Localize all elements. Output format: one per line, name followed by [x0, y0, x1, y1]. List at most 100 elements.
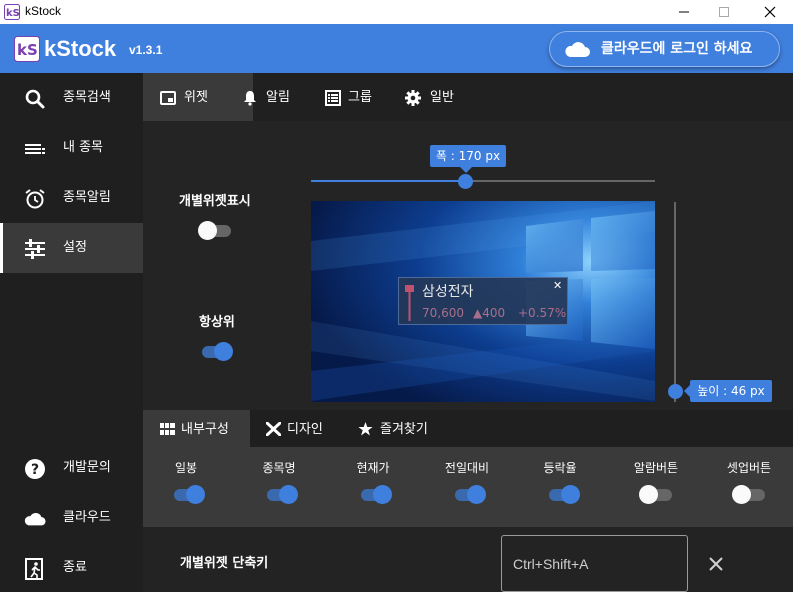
hotkey-input[interactable] [501, 535, 688, 592]
grid-icon [160, 423, 175, 435]
alarm-button-toggle[interactable] [639, 484, 673, 504]
cloud-icon [24, 512, 46, 526]
component-label-prev-day-diff: 전일대비 [444, 461, 490, 475]
sidebar-item-settings[interactable]: 설정 [0, 223, 143, 273]
component-label-alarm-button: 알람버튼 [633, 461, 679, 475]
toggle-knob [186, 485, 205, 504]
width-slider-fill [311, 180, 466, 182]
table-icon [325, 90, 341, 106]
app-header: kS kStock v1.3.1 클라우드에 로그인 하세요 [0, 24, 793, 73]
svg-text:?: ? [31, 462, 39, 478]
component-label-current-price: 현재가 [356, 461, 390, 475]
toggle-knob [279, 485, 298, 504]
widget-price: 70,600 [422, 306, 464, 320]
change-rate-toggle[interactable] [546, 484, 580, 504]
bell-icon [244, 91, 256, 106]
stock-widget-preview[interactable]: 삼성전자 ✕ 70,600 ▲400 +0.57% [398, 277, 568, 325]
tab-label: 알림 [266, 90, 290, 105]
sidebar-item-stock-alarm[interactable]: 종목알림 [0, 173, 143, 223]
close-window-button[interactable] [747, 0, 793, 24]
close-icon [764, 6, 776, 18]
hotkey-clear-icon[interactable] [707, 555, 725, 573]
sidebar-item-my-stocks[interactable]: 내 종목 [0, 123, 143, 173]
maximize-button[interactable] [701, 0, 747, 24]
widget-change-percent: +0.57% [518, 306, 567, 320]
setup-button-toggle[interactable] [732, 484, 766, 504]
component-label-change-rate: 등락율 [543, 461, 577, 475]
sidebar-item-label: 개발문의 [63, 460, 111, 475]
settings-panel: 위젯 알림 그룹 일반 폭: 170 px 개별위젯표시 항상위 삼성전자 ✕… [143, 73, 793, 592]
settings-tabs: 위젯 알림 그룹 일반 [143, 73, 793, 121]
tab-design[interactable]: 디자인 [250, 410, 340, 447]
component-label-stock-name: 종목명 [262, 461, 296, 475]
always-on-top-toggle[interactable] [199, 341, 233, 361]
tab-general[interactable]: 일반 [397, 73, 477, 121]
individual-widget-label: 개별위젯표시 [179, 194, 251, 209]
always-on-top-label: 항상위 [199, 315, 235, 330]
app-logo-icon: kS [4, 4, 20, 20]
sidebar-item-label: 설정 [63, 240, 87, 255]
stock-name-toggle[interactable] [264, 484, 298, 504]
cloud-login-label: 클라우드에 로그인 하세요 [601, 41, 753, 57]
app-name: kStock [44, 36, 117, 61]
widget-sub-tabs: 내부구성 디자인 즐겨찾기 [143, 410, 793, 447]
component-label-setup-button: 셋업버튼 [726, 461, 772, 475]
toggle-knob [561, 485, 580, 504]
sidebar-item-cloud[interactable]: 클라우드 [0, 493, 143, 543]
app-logo-text: kS [6, 8, 20, 19]
prev-day-diff-toggle[interactable] [452, 484, 486, 504]
tab-alarm[interactable]: 알림 [234, 73, 304, 121]
height-slider-thumb[interactable] [668, 384, 683, 399]
app-version: v1.3.1 [129, 43, 163, 57]
sub-tab-label: 즐겨찾기 [380, 422, 428, 437]
tab-label: 그룹 [348, 90, 372, 105]
sidebar-item-label: 종목검색 [63, 90, 111, 105]
hotkey-label: 개별위젯 단축키 [180, 556, 269, 571]
sidebar-item-label: 종목알림 [63, 190, 111, 205]
widget-change: ▲400 [473, 306, 506, 320]
toggle-knob [214, 342, 233, 361]
height-slider-track[interactable] [674, 202, 676, 402]
sidebar-item-dev-inquiry[interactable]: ? 개발문의 [0, 443, 143, 493]
tab-group[interactable]: 그룹 [316, 73, 386, 121]
sidebar-item-search[interactable]: 종목검색 [0, 73, 143, 123]
search-icon [25, 89, 45, 109]
sidebar-item-label: 내 종목 [63, 140, 104, 155]
title-bar: kS kStock [0, 0, 793, 24]
hotkey-panel: 개별위젯 단축키 [143, 527, 793, 592]
alarm-clock-icon [25, 189, 45, 209]
tab-label: 위젯 [184, 90, 208, 105]
toggle-knob [373, 485, 392, 504]
flag-icon [405, 285, 414, 321]
maximize-icon [719, 7, 729, 17]
cloud-login-button[interactable]: 클라우드에 로그인 하세요 [549, 31, 780, 67]
minimize-icon [679, 11, 689, 13]
toggle-knob [198, 221, 217, 240]
tab-favorites[interactable]: 즐겨찾기 [340, 410, 450, 447]
tab-internal-composition[interactable]: 내부구성 [143, 410, 250, 447]
widget-close-button[interactable]: ✕ [553, 280, 562, 292]
toggle-knob [467, 485, 486, 504]
window-title: kStock [25, 4, 62, 18]
daily-candle-toggle[interactable] [171, 484, 205, 504]
star-icon [358, 422, 373, 436]
toggle-knob [639, 485, 658, 504]
current-price-toggle[interactable] [358, 484, 392, 504]
gear-icon [405, 90, 421, 106]
toggle-knob [732, 485, 751, 504]
sub-tab-label: 내부구성 [181, 422, 229, 437]
app-window: kS kStock kS kStock v1.3.1 클라우드에 로그인 하세요 [0, 0, 793, 592]
sidebar-item-label: 클라우드 [63, 510, 111, 525]
sliders-icon [25, 239, 45, 259]
width-slider-thumb[interactable] [458, 174, 474, 189]
widget-icon [160, 91, 176, 105]
sidebar-item-exit[interactable]: 종료 [0, 543, 143, 592]
component-label-daily-candle: 일봉 [174, 461, 198, 475]
header-logo-text: kS [17, 41, 38, 59]
widget-stock-name: 삼성전자 [422, 284, 474, 300]
exit-icon [25, 558, 43, 580]
list-icon [25, 144, 45, 154]
tools-icon [266, 422, 281, 436]
width-slider-track[interactable] [311, 180, 655, 182]
individual-widget-toggle[interactable] [198, 220, 232, 240]
